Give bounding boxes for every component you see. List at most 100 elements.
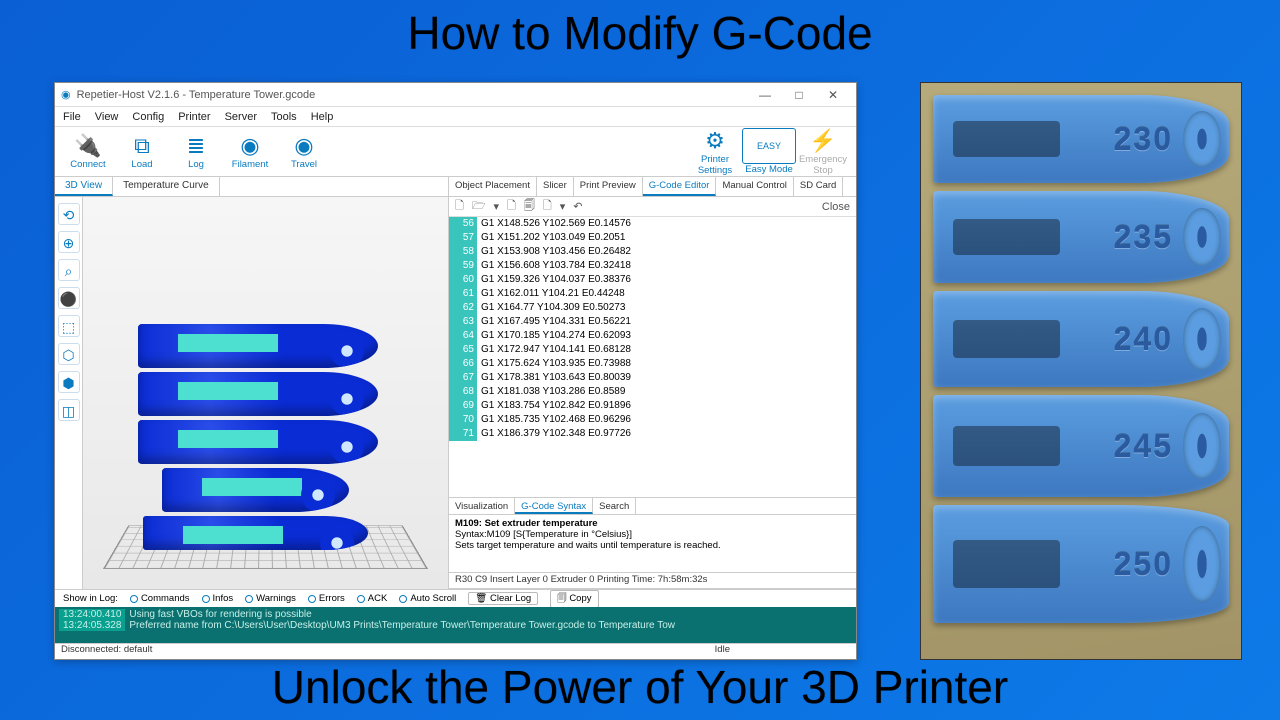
paste-icon[interactable]: 🗋 (543, 197, 552, 216)
tab-sd-card[interactable]: SD Card (794, 177, 843, 196)
tab-gcode-syntax[interactable]: G-Code Syntax (515, 498, 593, 514)
gcode-line[interactable]: 64G1 X170.185 Y104.274 E0.62093 (449, 329, 856, 343)
front-tool[interactable]: ⬢ (58, 371, 80, 393)
save-icon[interactable]: 🗋 (507, 197, 516, 216)
dropdown2-icon[interactable]: ▾ (560, 200, 566, 213)
gcode-line[interactable]: 61G1 X162.011 Y104.21 E0.44248 (449, 287, 856, 301)
gcode-line[interactable]: 56G1 X148.526 Y102.569 E0.14576 (449, 217, 856, 231)
gcode-line[interactable]: 62G1 X164.77 Y104.309 E0.50273 (449, 301, 856, 315)
gcode-line[interactable]: 65G1 X172.947 Y104.141 E0.68128 (449, 343, 856, 357)
copy-log-button[interactable]: 🗐 Copy (550, 590, 598, 608)
menu-printer[interactable]: Printer (178, 111, 210, 123)
statusbar: Disconnected: default Idle (55, 643, 856, 659)
emergency-stop-button[interactable]: ⚡Emergency Stop (796, 128, 850, 176)
app-icon: ◉ (61, 88, 71, 101)
tab-search[interactable]: Search (593, 498, 636, 514)
gcode-line[interactable]: 68G1 X181.038 Y103.286 E0.8589 (449, 385, 856, 399)
editor-status: R30 C9 Insert Layer 0 Extruder 0 Printin… (449, 573, 856, 589)
gcode-line[interactable]: 70G1 X185.735 Y102.468 E0.96296 (449, 413, 856, 427)
easy-mode-button[interactable]: EASYEasy Mode (742, 128, 796, 175)
model-temperature-tower (138, 324, 378, 554)
log-button[interactable]: ≣Log (169, 133, 223, 170)
log-auto-scroll[interactable]: Auto Scroll (399, 593, 456, 604)
log-output[interactable]: 13:24:00.410Using fast VBOs for renderin… (55, 607, 856, 643)
gcode-line[interactable]: 57G1 X151.202 Y103.049 E0.2051 (449, 231, 856, 245)
eye-icon: ◉ (223, 133, 277, 159)
travel-button[interactable]: ◉Travel (277, 133, 331, 170)
copy-icon[interactable]: 🗐 (524, 197, 535, 216)
tab-print-preview[interactable]: Print Preview (574, 177, 643, 196)
window-close-button[interactable]: ✕ (816, 88, 850, 102)
status-connection: Disconnected: default (61, 644, 152, 659)
editor-close-button[interactable]: Close (822, 201, 850, 213)
rotate-tool[interactable]: ⟲ (58, 203, 80, 225)
3d-viewport[interactable]: ⟲ ⊕ ⌕ ⚫ ⬚ ⬡ ⬢ ◫ (55, 197, 448, 589)
tab-temperature-curve[interactable]: Temperature Curve (113, 177, 220, 196)
gcode-line[interactable]: 63G1 X167.495 Y104.331 E0.56221 (449, 315, 856, 329)
menu-view[interactable]: View (95, 111, 119, 123)
load-label: Load (131, 159, 152, 170)
filament-label: Filament (232, 159, 268, 170)
tab-slicer[interactable]: Slicer (537, 177, 574, 196)
log-filter-ack[interactable]: ACK (357, 593, 388, 604)
gcode-line[interactable]: 58G1 X153.908 Y103.456 E0.26482 (449, 245, 856, 259)
menu-tools[interactable]: Tools (271, 111, 297, 123)
photo-temp-label: 235 (1114, 219, 1173, 256)
gcode-line[interactable]: 67G1 X178.381 Y103.643 E0.80039 (449, 371, 856, 385)
dropdown-icon[interactable]: ▾ (494, 200, 500, 213)
window-minimize-button[interactable]: — (748, 88, 782, 102)
move-tool[interactable]: ⊕ (58, 231, 80, 253)
view-sidetools: ⟲ ⊕ ⌕ ⚫ ⬚ ⬡ ⬢ ◫ (55, 197, 83, 589)
zoom-tool[interactable]: ⌕ (58, 259, 80, 281)
window-maximize-button[interactable]: □ (782, 88, 816, 102)
emergency-label: Emergency Stop (799, 154, 847, 176)
tab-3d-view[interactable]: 3D View (55, 177, 113, 196)
clear-log-button[interactable]: 🗑 Clear Log (468, 592, 538, 605)
tab-object-placement[interactable]: Object Placement (449, 177, 537, 196)
bottom-tabstrip: Visualization G-Code Syntax Search (449, 497, 856, 515)
photo-tier: 230 (933, 95, 1229, 183)
tab-manual-control[interactable]: Manual Control (716, 177, 793, 196)
filament-button[interactable]: ◉Filament (223, 133, 277, 170)
eye-icon: ◉ (277, 133, 331, 159)
gcode-editor-text[interactable]: 56G1 X148.526 Y102.569 E0.1457657G1 X151… (449, 217, 856, 497)
gcode-line[interactable]: 69G1 X183.754 Y102.842 E0.91896 (449, 399, 856, 413)
iso-tool[interactable]: ⬚ (58, 315, 80, 337)
photo-tier: 235 (933, 191, 1229, 283)
log-filter-infos[interactable]: Infos (202, 593, 234, 604)
syntax-help-box: M109: Set extruder temperature Syntax:M1… (449, 515, 856, 573)
editor-toolbar: 🗋 🗁 ▾ 🗋 🗐 🗋 ▾ ↶ Close (449, 197, 856, 217)
list-icon: ≣ (169, 133, 223, 159)
log-filter-commands[interactable]: Commands (130, 593, 190, 604)
open-file-icon[interactable]: 🗁 (472, 197, 486, 216)
tab-visualization[interactable]: Visualization (449, 498, 515, 514)
parallel-tool[interactable]: ◫ (58, 399, 80, 421)
photo-tier: 240 (933, 291, 1229, 387)
undo-icon[interactable]: ↶ (573, 200, 582, 213)
printer-settings-button[interactable]: ⚙Printer Settings (688, 128, 742, 176)
left-tabstrip: 3D View Temperature Curve (55, 177, 448, 197)
gcode-line[interactable]: 66G1 X175.624 Y103.935 E0.73988 (449, 357, 856, 371)
menu-server[interactable]: Server (225, 111, 257, 123)
new-file-icon[interactable]: 🗋 (455, 197, 464, 216)
syntax-desc: Sets target temperature and waits until … (455, 540, 721, 551)
right-pane: Object Placement Slicer Print Preview G-… (449, 177, 856, 589)
syntax-line: Syntax:M109 [S{Temperature in °Celsius}] (455, 529, 632, 540)
status-idle: Idle (715, 644, 730, 659)
syntax-title: M109: Set extruder temperature (455, 518, 598, 529)
gcode-line[interactable]: 59G1 X156.608 Y103.784 E0.32418 (449, 259, 856, 273)
menu-help[interactable]: Help (311, 111, 334, 123)
log-filter-warnings[interactable]: Warnings (245, 593, 296, 604)
top-tool[interactable]: ⬡ (58, 343, 80, 365)
printer-settings-label: Printer Settings (698, 154, 732, 176)
log-filter-errors[interactable]: Errors (308, 593, 345, 604)
connect-button[interactable]: 🔌Connect (61, 133, 115, 170)
menu-file[interactable]: File (63, 111, 81, 123)
log-filter-bar: Show in Log: Commands Infos Warnings Err… (55, 589, 856, 607)
tab-gcode-editor[interactable]: G-Code Editor (643, 177, 717, 196)
gcode-line[interactable]: 60G1 X159.326 Y104.037 E0.38376 (449, 273, 856, 287)
fit-tool[interactable]: ⚫ (58, 287, 80, 309)
menu-config[interactable]: Config (132, 111, 164, 123)
load-button[interactable]: ⧉Load (115, 133, 169, 170)
gcode-line[interactable]: 71G1 X186.379 Y102.348 E0.97726 (449, 427, 856, 441)
